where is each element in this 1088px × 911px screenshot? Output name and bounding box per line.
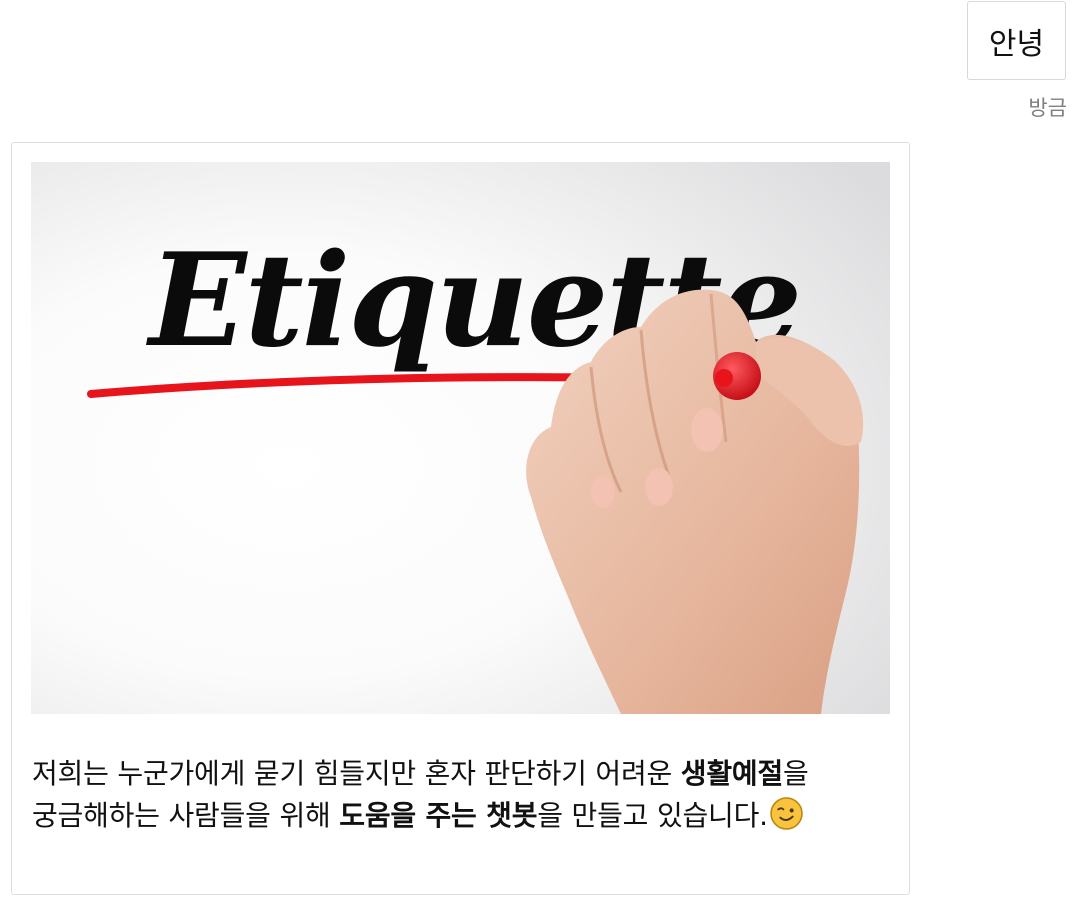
bot-message-card: Etiquette 저희는 누군가에게 묻기 힘들지만 혼자 판단하기 어려운 … xyxy=(11,142,910,895)
text-part: 을 만들고 있습니다. xyxy=(537,799,768,832)
winking-face-icon xyxy=(770,797,803,830)
etiquette-image: Etiquette xyxy=(31,162,890,714)
text-part-bold: 생활예절 xyxy=(680,757,784,790)
message-timestamp: 방금 xyxy=(1028,96,1067,120)
bot-message-text: 저희는 누군가에게 묻기 힘들지만 혼자 판단하기 어려운 생활예절을 궁금해하… xyxy=(32,753,894,837)
user-message-bubble: 안녕 xyxy=(967,1,1066,80)
text-part-bold: 도움을 주는 챗봇 xyxy=(339,799,538,832)
text-part: 저희는 누군가에게 묻기 힘들지만 혼자 판단하기 어려운 xyxy=(32,757,681,790)
user-message-text: 안녕 xyxy=(988,26,1045,62)
